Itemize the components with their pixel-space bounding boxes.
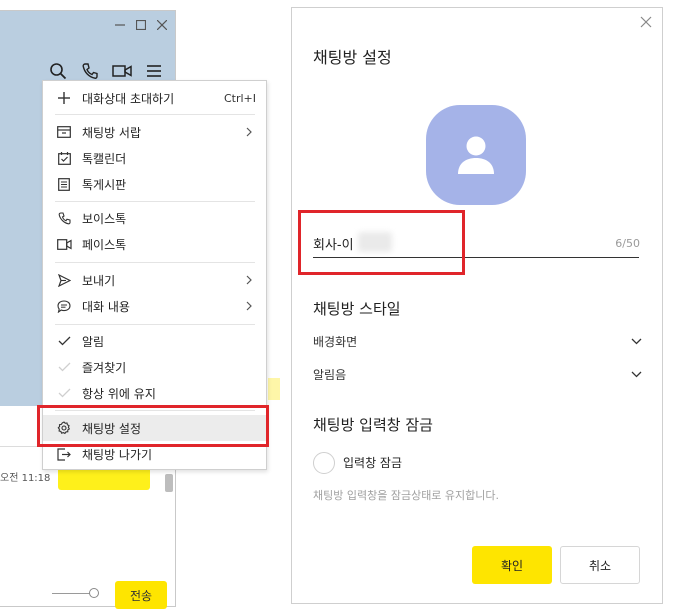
menu-divider: [55, 324, 255, 325]
menu-item-label: 채팅방 나가기: [82, 447, 153, 462]
input-lock-hint: 채팅방 입력창을 잠금상태로 유지합니다.: [313, 489, 500, 502]
chatroom-settings-dialog: 채팅방 설정 6/50 채팅방 스타일 배경화면 알림음 채팅방 입력창 잠금 …: [291, 7, 663, 604]
confirm-button[interactable]: 확인: [472, 546, 552, 584]
menu-item-always-on-top[interactable]: 항상 위에 유지: [43, 381, 266, 405]
window-controls: [112, 17, 169, 32]
menu-icon[interactable]: [143, 61, 165, 81]
send-button[interactable]: 전송: [115, 581, 167, 609]
name-redaction: [358, 232, 392, 252]
menu-item-label: 보이스톡: [82, 211, 127, 226]
gear-icon: [56, 420, 72, 436]
drawer-icon: [56, 124, 72, 140]
chevron-down-icon: [631, 371, 642, 378]
menu-item-conversation[interactable]: 대화 내용: [43, 294, 266, 318]
check-icon: [56, 359, 72, 375]
name-char-count: 6/50: [615, 237, 640, 250]
menu-item-chatroom-settings[interactable]: 채팅방 설정: [43, 415, 266, 441]
menu-item-drawer[interactable]: 채팅방 서랍: [43, 120, 266, 144]
notification-sound-label: 알림음: [313, 367, 347, 382]
cancel-button[interactable]: 취소: [560, 546, 640, 584]
yellow-strip: [268, 378, 280, 400]
menu-item-label: 알림: [82, 334, 105, 349]
opacity-slider-track[interactable]: [52, 593, 94, 594]
menu-divider: [55, 410, 255, 411]
menu-divider: [55, 262, 255, 263]
menu-shortcut: Ctrl+I: [223, 91, 256, 105]
menu-item-label: 채팅방 설정: [82, 421, 142, 436]
menu-item-invite[interactable]: 대화상대 초대하기 Ctrl+I: [43, 86, 266, 110]
check-icon: [56, 333, 72, 349]
send-icon: [56, 272, 72, 288]
opacity-slider-handle[interactable]: [89, 588, 99, 598]
menu-item-leave[interactable]: 채팅방 나가기: [43, 442, 266, 466]
board-icon: [56, 176, 72, 192]
message-time: 오전 11:18: [0, 473, 51, 484]
calendar-icon: [56, 150, 72, 166]
notification-sound-select[interactable]: 알림음: [313, 363, 642, 385]
menu-item-facetalk[interactable]: 페이스톡: [43, 232, 266, 256]
video-icon[interactable]: [111, 61, 133, 81]
menu-item-send[interactable]: 보내기: [43, 268, 266, 292]
menu-item-label: 대화 내용: [82, 299, 130, 314]
chat-menu: 대화상대 초대하기 Ctrl+I 채팅방 서랍 톡캘린더 톡게시판 보이스톡 페…: [42, 80, 267, 470]
video-icon: [56, 236, 72, 252]
menu-item-label: 채팅방 서랍: [82, 125, 142, 140]
minimize-icon[interactable]: [112, 17, 127, 32]
search-icon[interactable]: [47, 61, 69, 81]
menu-item-board[interactable]: 톡게시판: [43, 172, 266, 196]
person-icon: [458, 136, 494, 174]
chat-scrollbar[interactable]: [165, 474, 173, 492]
menu-item-label: 톡게시판: [82, 177, 127, 192]
menu-item-label: 페이스톡: [82, 237, 127, 252]
chevron-right-icon: [244, 275, 254, 285]
phone-icon: [56, 210, 72, 226]
background-label: 배경화면: [313, 334, 358, 349]
menu-item-notification[interactable]: 알림: [43, 329, 266, 353]
style-section-title: 채팅방 스타일: [313, 300, 401, 318]
chatroom-avatar[interactable]: [426, 105, 526, 205]
chat-toolbar: [47, 61, 165, 81]
close-icon[interactable]: [154, 17, 169, 32]
menu-item-favorite[interactable]: 즐겨찾기: [43, 355, 266, 379]
menu-divider: [55, 201, 255, 202]
chat-bubble-icon: [56, 298, 72, 314]
maximize-icon[interactable]: [133, 17, 148, 32]
chevron-right-icon: [244, 127, 254, 137]
chevron-right-icon: [244, 301, 254, 311]
menu-item-calendar[interactable]: 톡캘린더: [43, 146, 266, 170]
menu-item-label: 톡캘린더: [82, 151, 127, 166]
dialog-title: 채팅방 설정: [313, 48, 392, 67]
background-select[interactable]: 배경화면: [313, 330, 642, 352]
menu-item-voicetalk[interactable]: 보이스톡: [43, 206, 266, 230]
plus-icon: [56, 90, 72, 106]
close-icon[interactable]: [640, 16, 652, 28]
check-icon: [56, 385, 72, 401]
menu-item-label: 보내기: [82, 273, 116, 288]
menu-item-label: 즐겨찾기: [82, 360, 127, 375]
lock-section-title: 채팅방 입력창 잠금: [313, 416, 433, 434]
input-lock-label[interactable]: 입력창 잠금: [343, 454, 402, 471]
chevron-down-icon: [631, 338, 642, 345]
menu-item-label: 대화상대 초대하기: [82, 91, 175, 106]
input-lock-radio[interactable]: [313, 452, 335, 474]
phone-icon[interactable]: [79, 61, 101, 81]
exit-icon: [56, 446, 72, 462]
menu-item-label: 항상 위에 유지: [82, 386, 156, 401]
menu-divider: [55, 114, 255, 115]
